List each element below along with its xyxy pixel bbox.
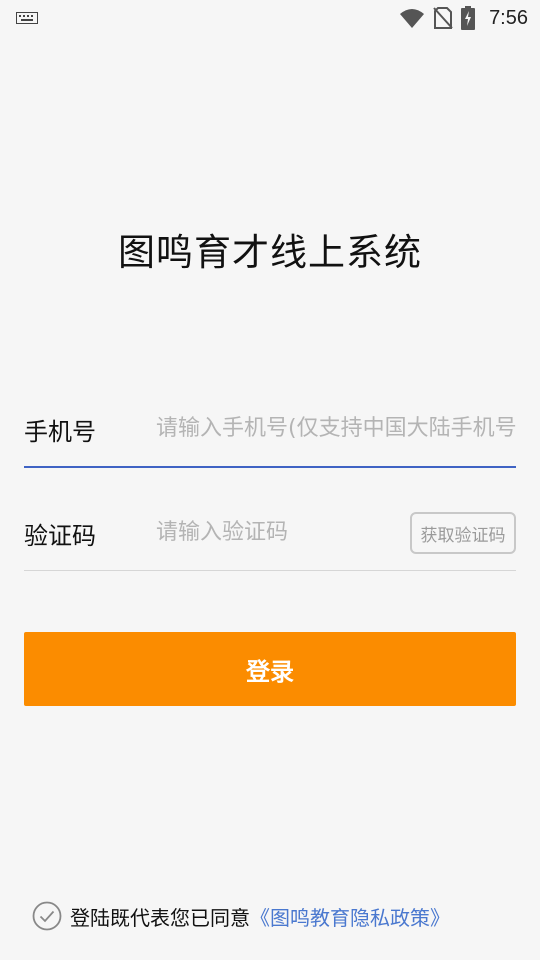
code-label: 验证码	[24, 522, 96, 550]
keyboard-icon	[16, 12, 38, 24]
page-title: 图鸣育才线上系统	[118, 231, 422, 274]
code-row: 验证码 获取验证码	[24, 500, 516, 571]
get-code-button[interactable]: 获取验证码	[410, 512, 516, 554]
agreement-text: 登陆既代表您已同意	[70, 905, 250, 930]
login-button[interactable]: 登录	[24, 632, 516, 706]
check-circle-icon[interactable]	[32, 901, 62, 931]
agreement: 登陆既代表您已同意 《图鸣教育隐私政策》	[32, 900, 450, 932]
phone-row: 手机号	[24, 396, 516, 468]
status-bar: 7:56	[0, 0, 540, 36]
privacy-policy-link[interactable]: 《图鸣教育隐私政策》	[250, 902, 450, 931]
phone-label: 手机号	[24, 418, 96, 446]
status-time: 7:56	[489, 6, 528, 29]
battery-charging-icon	[461, 6, 476, 30]
code-input[interactable]	[156, 516, 396, 548]
no-sim-icon	[433, 7, 453, 29]
wifi-icon	[400, 9, 425, 28]
phone-input[interactable]	[156, 412, 516, 444]
